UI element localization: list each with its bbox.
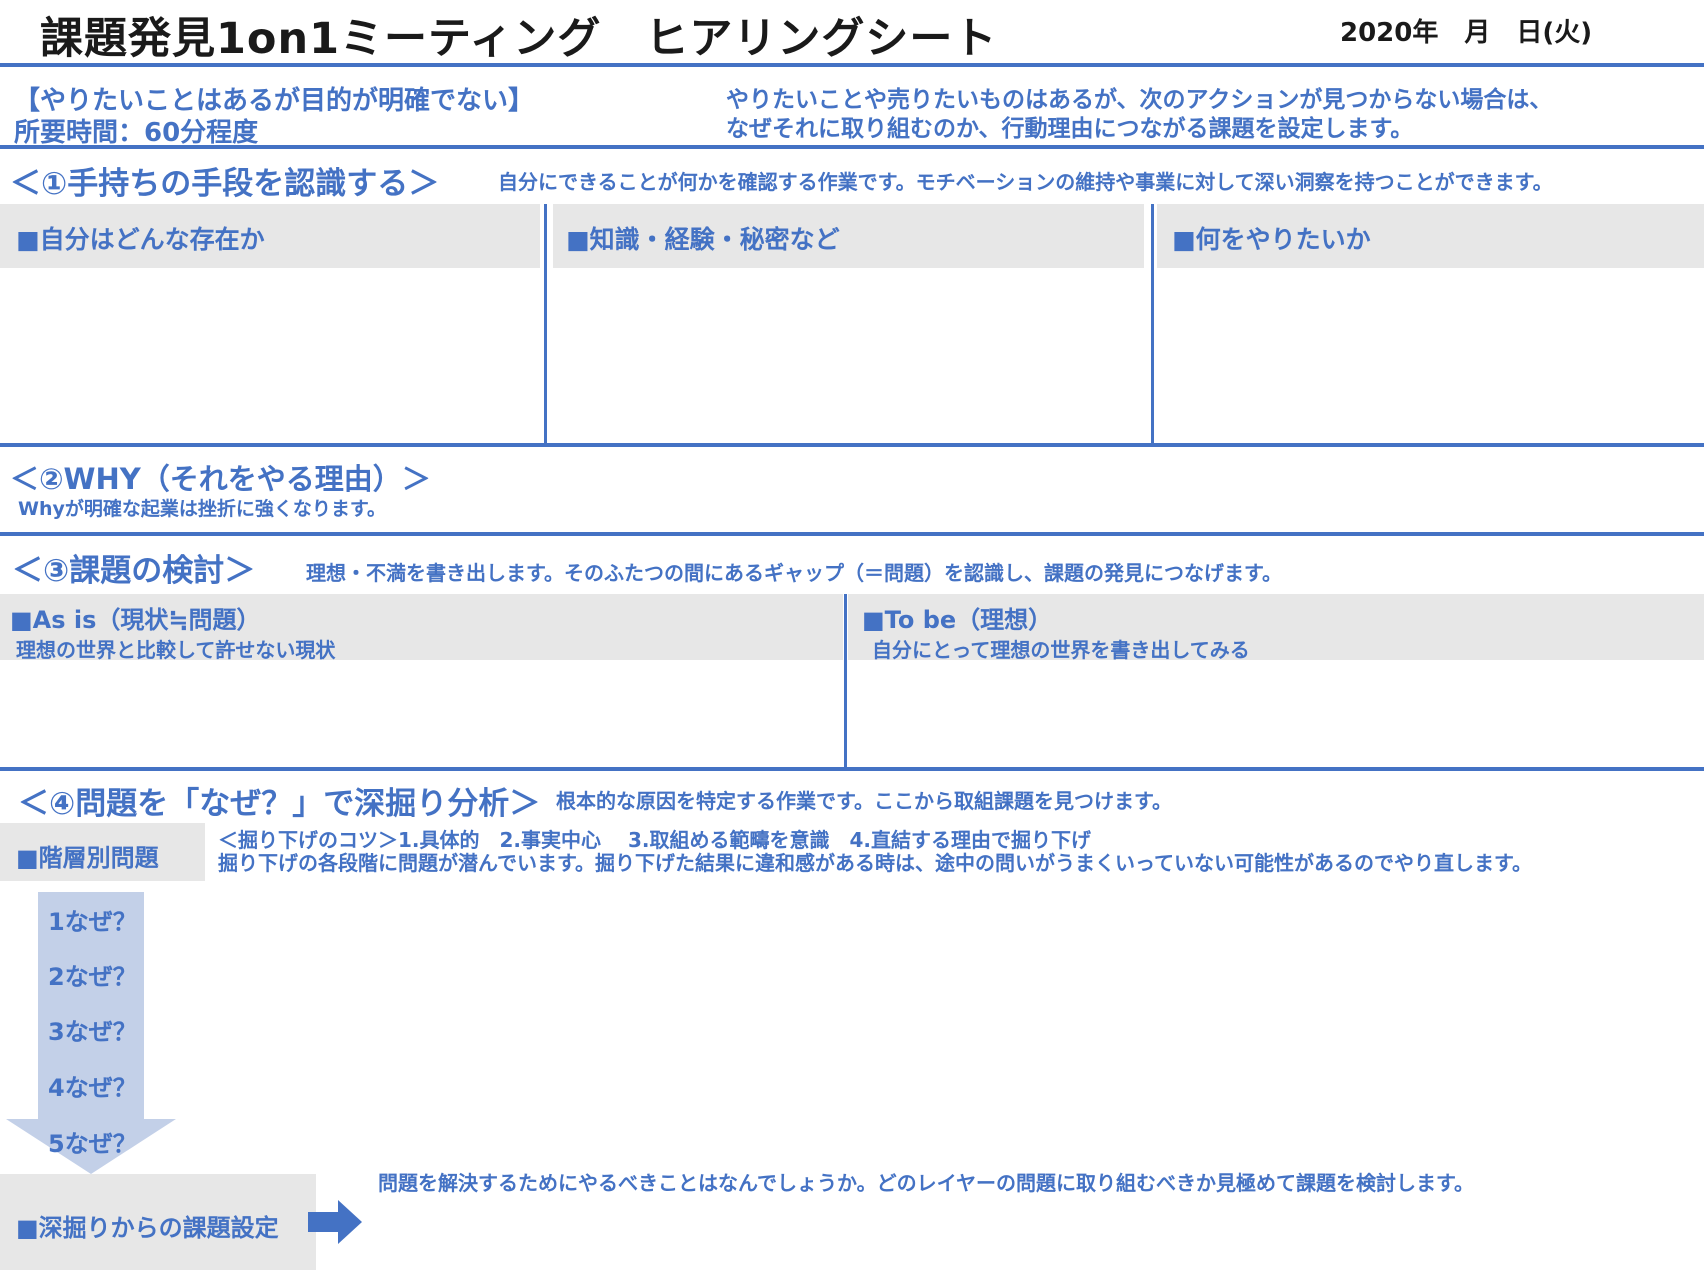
divider (0, 532, 1704, 536)
column-divider (844, 594, 847, 768)
asis-label: ■As is（現状≒問題） (10, 606, 261, 634)
divider (0, 145, 1704, 149)
divider (0, 443, 1704, 447)
tips-line2: 掘り下げの各段階に問題が潜んでいます。掘り下げた結果に違和感がある時は、途中の問… (218, 851, 1532, 875)
section2-heading: ＜②WHY（それをやる理由）＞ (10, 462, 431, 496)
setting-description: 問題を解決するためにやるべきことはなんでしょうか。どのレイヤーの問題に取り組むべ… (378, 1171, 1474, 1195)
intro-description-line2: なぜそれに取り組むのか、行動理由につながる課題を設定します。 (726, 116, 1414, 142)
section1-heading: ＜①手持ちの手段を認識する＞ (10, 166, 440, 202)
page-title: 課題発見1on1ミーティング ヒアリングシート (40, 14, 998, 64)
col1-label: ■自分はどんな存在か (16, 225, 265, 254)
section4-description: 根本的な原因を特定する作業です。ここから取組課題を見つけます。 (556, 789, 1172, 813)
layer-label: ■階層別問題 (16, 844, 159, 872)
setting-label: ■深掘りからの課題設定 (16, 1214, 279, 1242)
col3-label: ■何をやりたいか (1172, 225, 1371, 254)
tobe-label: ■To be（理想） (862, 606, 1053, 634)
column-divider (1151, 204, 1154, 444)
section1-description: 自分にできることが何かを確認する作業です。モチベーションの維持や事業に対して深い… (498, 170, 1553, 194)
why-step-3: 3なぜ？ (48, 1018, 137, 1046)
why-step-5: 5なぜ？ (48, 1130, 137, 1158)
why-step-2: 2なぜ？ (48, 963, 137, 991)
intro-duration: 所要時間：60分程度 (14, 118, 259, 148)
section4-heading: ＜④問題を「なぜ？」で深掘り分析＞ (18, 786, 541, 822)
right-arrow-icon (308, 1200, 362, 1244)
why-step-1: 1なぜ？ (48, 908, 137, 936)
tobe-subtitle: 自分にとって理想の世界を書き出してみる (872, 638, 1250, 662)
meeting-date: 2020年 月 日(火) (1340, 18, 1593, 48)
section2-description: Whyが明確な起業は挫折に強くなります。 (18, 498, 386, 520)
why-step-4: 4なぜ？ (48, 1074, 137, 1102)
divider (0, 767, 1704, 771)
asis-subtitle: 理想の世界と比較して許せない現状 (16, 638, 336, 662)
col2-label: ■知識・経験・秘密など (566, 225, 840, 254)
divider (0, 63, 1704, 67)
section3-heading: ＜③課題の検討＞ (12, 553, 256, 589)
section3-description: 理想・不満を書き出します。そのふたつの間にあるギャップ（＝問題）を認識し、課題の… (306, 561, 1282, 585)
column-divider (544, 204, 547, 444)
